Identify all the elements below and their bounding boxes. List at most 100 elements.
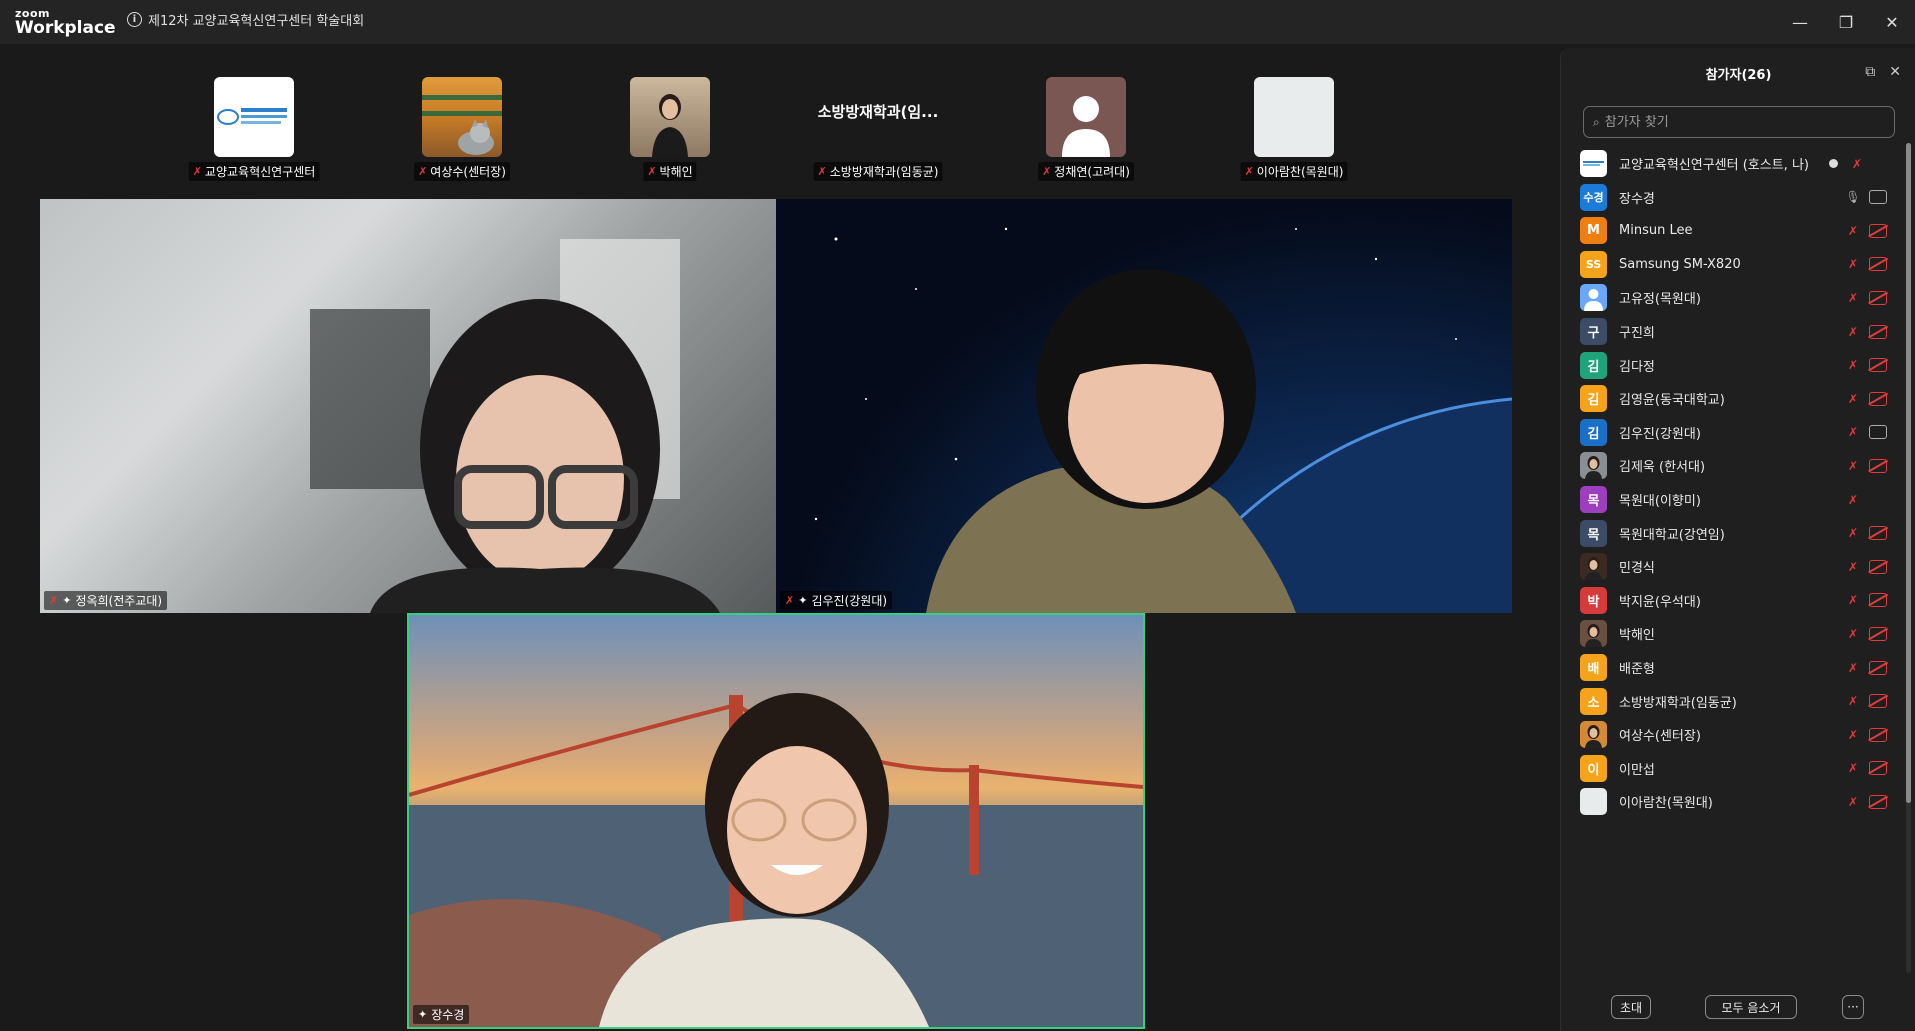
participant-search-box[interactable]: ⌕ [1583, 106, 1895, 138]
camera-off-icon[interactable] [1869, 223, 1887, 238]
avatar-initials: 김 [1587, 393, 1600, 409]
meeting-info-button[interactable]: i 제12차 교양교육혁신연구센터 학술대회 [127, 10, 364, 29]
video-tile[interactable]: ✗ ✦ 정옥희(전주교대) [40, 199, 776, 613]
participant-strip: ✗ 교양교육혁신연구센터 ✗ 여상수(센터장) ✗ 박해인 소방방재학과(임..… [150, 77, 1350, 181]
video-name-label: ✗ ✦ 김우진(강원대) [780, 591, 893, 610]
mic-muted-icon[interactable]: ✗ [1845, 760, 1861, 776]
avatar: 목 [1580, 519, 1607, 547]
mic-muted-icon[interactable]: ✗ [1845, 424, 1861, 440]
camera-off-icon[interactable] [1869, 290, 1887, 305]
participant-name: 배준형 [1619, 662, 1655, 677]
mic-muted-icon[interactable]: ✗ [1845, 559, 1861, 575]
recording-dot-icon [1829, 159, 1838, 168]
participant-list: 교양교육혁신연구센터 (호스트, 나) ✗ 수경 장수경 🎙 M Minsun Lee ✗ SS… [1561, 143, 1906, 995]
pop-out-icon[interactable]: ⧉ [1865, 64, 1875, 80]
mic-muted-icon[interactable]: ✗ [1845, 223, 1861, 239]
strip-tile[interactable]: 소방방재학과(임... ✗ 소방방재학과(임동균) [774, 77, 982, 181]
mic-muted-icon[interactable]: ✗ [1845, 357, 1861, 373]
avatar [1580, 284, 1607, 312]
restore-button[interactable]: ❐ [1823, 0, 1869, 44]
strip-tile[interactable]: ✗ 이아람찬(목원대) [1190, 77, 1398, 181]
strip-tile[interactable]: ✗ 정채연(고려대) [982, 77, 1190, 181]
mic-muted-icon[interactable]: ✗ [1845, 256, 1861, 272]
participant-status-icons: ✗ [1845, 424, 1887, 440]
camera-off-icon[interactable] [1869, 660, 1887, 675]
participant-name: 김제욱 (한서대) [1619, 460, 1706, 476]
mic-muted-icon[interactable]: ✗ [1845, 290, 1861, 306]
avatar-initials: 구 [1587, 326, 1600, 341]
window-controls: — ❐ ✕ [1777, 0, 1915, 44]
camera-off-icon[interactable] [1869, 593, 1887, 608]
avatar [1580, 452, 1607, 480]
avatar: 김 [1580, 351, 1607, 379]
avatar: 수경 [1580, 183, 1607, 211]
strip-tile[interactable]: ✗ 교양교육혁신연구센터 [150, 77, 358, 181]
participant-status-icons: ✗ [1845, 592, 1887, 608]
strip-tile[interactable]: ✗ 박해인 [566, 77, 774, 181]
camera-off-icon[interactable] [1869, 626, 1887, 641]
mic-muted-icon: ✗ [817, 165, 827, 178]
center-logo-thumbnail [214, 77, 294, 157]
avatar: 목 [1580, 486, 1607, 513]
mic-muted-icon: ✗ [1244, 165, 1254, 178]
mic-muted-icon[interactable]: ✗ [1845, 592, 1861, 608]
avatar-initials: 이 [1587, 762, 1600, 778]
camera-on-icon[interactable] [1869, 190, 1887, 205]
person-photo-thumbnail [630, 77, 710, 157]
pin-icon: ✦ [418, 1008, 428, 1021]
camera-off-icon[interactable] [1869, 794, 1887, 809]
mic-muted-icon[interactable]: ✗ [1845, 727, 1861, 743]
camera-on-icon[interactable] [1869, 425, 1887, 440]
camera-off-icon[interactable] [1869, 761, 1887, 776]
participant-name: 목원대(이향미) [1619, 494, 1701, 509]
mic-muted-icon[interactable]: ✗ [1849, 156, 1865, 172]
mic-muted-icon[interactable]: ✗ [1845, 458, 1861, 474]
camera-off-icon[interactable] [1869, 694, 1887, 709]
mute-all-button[interactable]: 모두 음소거 [1705, 995, 1797, 1019]
close-button[interactable]: ✕ [1869, 0, 1915, 44]
participant-list-scrollbar[interactable] [1906, 143, 1911, 973]
camera-off-icon[interactable] [1869, 526, 1887, 541]
strip-name-label: ✗ 박해인 [643, 162, 697, 181]
pin-icon: ✦ [798, 594, 808, 607]
camera-off-icon[interactable] [1869, 324, 1887, 339]
strip-name-label: ✗ 여상수(센터장) [414, 162, 510, 181]
participant-status-icons: ✗ [1845, 794, 1887, 810]
mic-muted-icon[interactable]: ✗ [1845, 492, 1861, 508]
avatar: M [1580, 217, 1607, 245]
avatar-initials: 목 [1587, 494, 1600, 509]
avatar-initials: 목 [1587, 527, 1600, 543]
strip-tile[interactable]: ✗ 여상수(센터장) [358, 77, 566, 181]
mic-muted-icon: ✗ [49, 594, 59, 607]
mic-muted-icon[interactable]: ✗ [1845, 324, 1861, 340]
invite-button[interactable]: 초대 [1611, 995, 1651, 1019]
camera-off-icon[interactable] [1869, 391, 1887, 406]
mic-muted-icon[interactable]: ✗ [1845, 391, 1861, 407]
blank-thumbnail [1254, 77, 1334, 157]
active-speaker-video-tile[interactable]: ✦ 장수경 [407, 613, 1145, 1029]
mic-muted-icon[interactable]: ✗ [1845, 660, 1861, 676]
minimize-button[interactable]: — [1777, 0, 1823, 44]
mic-on-icon[interactable]: 🎙 [1845, 189, 1861, 205]
avatar: 이 [1580, 754, 1607, 782]
participant-status-icons: ✗ [1845, 559, 1887, 575]
video-tile[interactable]: ✗ ✦ 김우진(강원대) [776, 199, 1512, 613]
mic-muted-icon[interactable]: ✗ [1845, 693, 1861, 709]
avatar-initials: 소 [1587, 695, 1600, 711]
participant-search-input[interactable] [1604, 114, 1875, 130]
mic-muted-icon[interactable]: ✗ [1845, 525, 1861, 541]
avatar [1580, 553, 1607, 581]
more-options-button[interactable]: ··· [1842, 995, 1864, 1019]
camera-off-icon[interactable] [1869, 458, 1887, 473]
camera-off-icon[interactable] [1869, 559, 1887, 574]
camera-off-icon[interactable] [1869, 358, 1887, 373]
mic-muted-icon[interactable]: ✗ [1845, 794, 1861, 810]
mic-muted-icon[interactable]: ✗ [1845, 626, 1861, 642]
camera-off-icon[interactable] [1869, 257, 1887, 272]
avatar: 구 [1580, 318, 1607, 345]
participant-name: 소방방재학과(임동균) [1619, 695, 1737, 711]
camera-off-icon[interactable] [1869, 727, 1887, 742]
close-panel-icon[interactable]: ✕ [1889, 64, 1901, 80]
participant-name: 장수경 [1619, 191, 1655, 207]
participant-row[interactable]: 이아람찬(목원대) ✗ [1561, 781, 1906, 822]
